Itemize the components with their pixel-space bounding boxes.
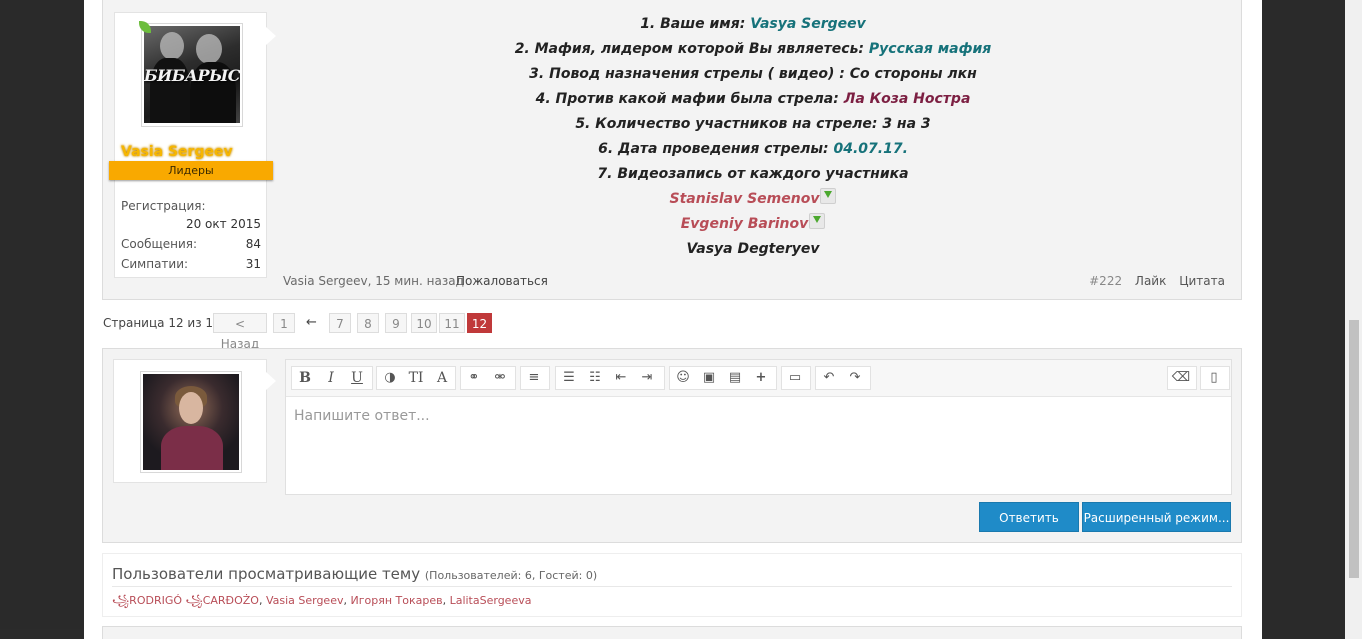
link-icon[interactable]: ⚭ <box>461 367 487 389</box>
save-draft-icon[interactable]: ▭ <box>782 367 808 389</box>
viewer-link[interactable]: LalitaSergeeva <box>450 594 532 607</box>
bold-button[interactable]: B <box>292 367 318 389</box>
download-icon[interactable] <box>820 188 837 204</box>
viewers-list: ꧁RODRIGÓ ꧁CARĐOŻO, Vasia Sergeev, Игорян… <box>112 594 532 607</box>
thread-viewers: Пользователи просматривающие тему (Польз… <box>102 553 1242 617</box>
author-avatar[interactable]: БИБАРЫС <box>141 23 243 127</box>
skip-arrow[interactable]: ← <box>306 315 317 330</box>
numbered-list-icon[interactable]: ☷ <box>582 367 608 389</box>
line-reason: 3. Повод назначения стрелы ( видео) : Со… <box>529 66 977 82</box>
page-7-button[interactable]: 7 <box>329 313 351 333</box>
page-10-button[interactable]: 10 <box>411 313 437 333</box>
editor-toolbar: B I U ◑ TI A ⚭ ⚮ ≡ ☰ ☷ ⇤ ⇥ ☺ ▣ ▤ + ▭ ↶ ↷… <box>286 360 1231 397</box>
history-group: ↶ ↷ <box>815 366 871 390</box>
author-stats: Регистрация: 20 окт 2015 Сообщения: 84 С… <box>121 199 261 277</box>
bullet-list-icon[interactable]: ☰ <box>556 367 582 389</box>
author-name[interactable]: Vasia Sergeev <box>121 144 233 160</box>
line-mafia: 2. Мафия, лидером которой Вы являетесь: … <box>514 41 992 57</box>
viewers-title: Пользователи просматривающие тему (Польз… <box>112 565 598 583</box>
reply-placeholder[interactable]: Напишите ответ... <box>294 408 430 424</box>
insert-more-icon[interactable]: + <box>748 367 774 389</box>
divider <box>112 586 1232 587</box>
prev-page-button[interactable]: < Назад <box>213 313 267 351</box>
report-link[interactable]: Пожаловаться <box>456 274 548 288</box>
outdent-icon[interactable]: ⇤ <box>608 367 634 389</box>
undo-icon[interactable]: ↶ <box>816 367 842 389</box>
font-group: ◑ TI A <box>376 366 456 390</box>
line-date: 6. Дата проведения стрелы: 04.07.17. <box>598 141 908 157</box>
reply-avatar-image <box>143 374 239 470</box>
image-icon[interactable]: ▣ <box>696 367 722 389</box>
clear-group: ⌫ <box>1167 366 1197 390</box>
line-name: 1. Ваше имя: Vasya Sergeev <box>640 16 866 32</box>
page-11-button[interactable]: 11 <box>439 313 465 333</box>
redo-icon[interactable]: ↷ <box>842 367 868 389</box>
align-icon[interactable]: ≡ <box>521 367 547 389</box>
viewer-link[interactable]: Игорян Токарев <box>350 594 442 607</box>
post-author-time[interactable]: Vasia Sergeev, 15 мин. назад <box>283 274 464 288</box>
next-section <box>102 626 1242 639</box>
smiley-icon[interactable]: ☺ <box>670 367 696 389</box>
viewer-link[interactable]: ꧁RODRIGÓ ꧁CARĐOŻO <box>112 594 259 607</box>
page-8-button[interactable]: 8 <box>357 313 379 333</box>
indent-icon[interactable]: ⇥ <box>634 367 660 389</box>
advanced-mode-button[interactable]: Расширенный режим... <box>1082 502 1231 532</box>
page-1-button[interactable]: 1 <box>273 313 295 333</box>
italic-button[interactable]: I <box>318 367 344 389</box>
line-video: 7. Видеозапись от каждого участника <box>597 166 909 182</box>
source-group: ▯ <box>1200 366 1230 390</box>
align-group: ≡ <box>520 366 550 390</box>
save-group: ▭ <box>781 366 811 390</box>
font-size-icon[interactable]: TI <box>403 367 429 389</box>
block-pointer <box>266 372 276 390</box>
underline-button[interactable]: U <box>344 367 370 389</box>
avatar-image: БИБАРЫС <box>144 26 240 123</box>
download-icon[interactable] <box>809 213 826 229</box>
quote-link[interactable]: Цитата <box>1179 274 1225 288</box>
participant-1-link[interactable]: Stanislav Semenov <box>670 191 820 207</box>
page-12-current[interactable]: 12 <box>467 313 492 333</box>
forum-post: БИБАРЫС Vasia Sergeev Лидеры Регистрация… <box>102 0 1242 300</box>
stat-likes: Симпатии: 31 <box>121 257 261 271</box>
stat-messages: Сообщения: 84 <box>121 237 261 251</box>
format-group: B I U <box>291 366 373 390</box>
font-family-icon[interactable]: A <box>429 367 455 389</box>
page-9-button[interactable]: 9 <box>385 313 407 333</box>
reply-avatar[interactable] <box>140 371 242 473</box>
quick-reply: B I U ◑ TI A ⚭ ⚮ ≡ ☰ ☷ ⇤ ⇥ ☺ ▣ ▤ + ▭ ↶ ↷… <box>102 348 1242 543</box>
page-label: Страница 12 из 12 <box>103 316 221 330</box>
stat-registration: Регистрация: 20 окт 2015 <box>121 199 261 231</box>
post-author-block: БИБАРЫС Vasia Sergeev Лидеры Регистрация… <box>109 12 276 278</box>
link-group: ⚭ ⚮ <box>460 366 516 390</box>
unlink-icon[interactable]: ⚮ <box>487 367 513 389</box>
source-icon[interactable]: ▯ <box>1201 367 1227 389</box>
like-link[interactable]: Лайк <box>1135 274 1166 288</box>
participant-3: Vasya Degteryev <box>686 241 820 257</box>
page-margin <box>0 629 84 639</box>
scrollbar-thumb[interactable] <box>1349 320 1359 578</box>
block-pointer <box>266 27 276 45</box>
reply-editor[interactable]: B I U ◑ TI A ⚭ ⚮ ≡ ☰ ☷ ⇤ ⇥ ☺ ▣ ▤ + ▭ ↶ ↷… <box>285 359 1232 495</box>
line-opponent: 4. Против какой мафии была стрела: Ла Ко… <box>535 91 971 107</box>
insert-group: ☺ ▣ ▤ + <box>669 366 777 390</box>
participant-2-link[interactable]: Evgeniy Barinov <box>681 216 809 232</box>
role-banner: Лидеры <box>109 161 273 180</box>
avatar-caption: БИБАРЫС <box>144 66 240 85</box>
media-icon[interactable]: ▤ <box>722 367 748 389</box>
viewer-link[interactable]: Vasia Sergeev <box>266 594 344 607</box>
color-icon[interactable]: ◑ <box>377 367 403 389</box>
viewers-counts: (Пользователей: 6, Гостей: 0) <box>424 569 598 582</box>
post-content: 1. Ваше имя: Vasya Sergeev 2. Мафия, лид… <box>285 12 1221 262</box>
participant-1: Stanislav Semenov <box>285 187 1221 212</box>
participant-2: Evgeniy Barinov <box>285 212 1221 237</box>
list-group: ☰ ☷ ⇤ ⇥ <box>555 366 665 390</box>
eraser-icon[interactable]: ⌫ <box>1168 367 1194 389</box>
submit-reply-button[interactable]: Ответить <box>979 502 1079 532</box>
post-actions: #222 Лайк Цитата <box>1080 274 1225 288</box>
line-participants: 5. Количество участников на стреле: 3 на… <box>575 116 931 132</box>
post-number[interactable]: #222 <box>1089 274 1122 288</box>
forum-page: БИБАРЫС Vasia Sergeev Лидеры Регистрация… <box>84 0 1262 639</box>
reply-author-block <box>113 359 276 483</box>
